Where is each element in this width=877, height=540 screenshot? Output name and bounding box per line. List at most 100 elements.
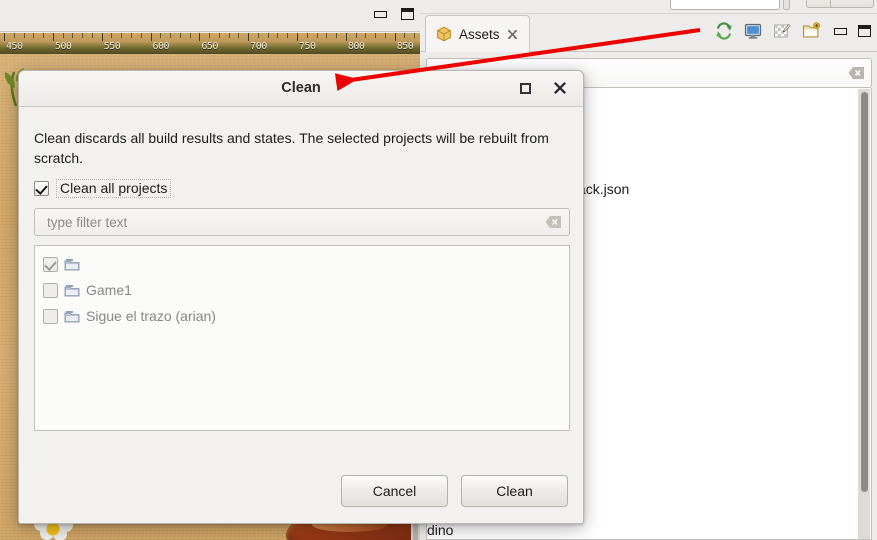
- project-label: Game1: [86, 282, 132, 298]
- ruler-tick-minor: [228, 33, 230, 38]
- ruler-tick-minor: [179, 33, 181, 38]
- ruler-tick-minor: [160, 33, 162, 38]
- ruler-tick-minor: [13, 33, 15, 38]
- clear-icon[interactable]: [545, 215, 562, 229]
- minimize-icon[interactable]: [374, 10, 387, 18]
- ruler-tick-minor: [33, 33, 35, 38]
- dialog-button-bar: Cancel Clean: [341, 475, 568, 507]
- cancel-button[interactable]: Cancel: [341, 475, 448, 507]
- project-icon: [64, 311, 80, 323]
- ruler-tick-minor: [257, 33, 259, 38]
- ruler-tick-minor: [82, 33, 84, 38]
- ruler-tick-minor: [277, 33, 279, 38]
- ruler-tick-minor: [209, 33, 211, 38]
- ruler-tick: [150, 33, 152, 41]
- ruler-label: 650: [201, 41, 218, 52]
- toolbar-text-input[interactable]: [670, 0, 780, 10]
- close-icon[interactable]: [553, 81, 567, 95]
- horizontal-ruler: 450 500 550 600 650 700 750 800 850: [0, 33, 420, 54]
- new-file-icon[interactable]: [802, 22, 820, 40]
- ruler-label: 450: [6, 41, 23, 52]
- ruler-label: 600: [152, 41, 170, 52]
- ruler-tick-minor: [414, 33, 416, 38]
- toolbar-spinner[interactable]: [783, 0, 790, 10]
- maximize-icon[interactable]: [520, 83, 531, 94]
- project-icon: [64, 285, 80, 297]
- ruler-tick-minor: [287, 33, 289, 38]
- ruler-tick-minor: [130, 33, 132, 38]
- project-filter-placeholder: type filter text: [47, 215, 128, 230]
- project-list[interactable]: Game1 Sigue el trazo (arian): [34, 245, 570, 431]
- ruler-tick-minor: [72, 33, 74, 38]
- ruler-tick-minor: [62, 33, 64, 38]
- top-toolbar-strip: [420, 0, 877, 14]
- clean-button[interactable]: Clean: [461, 475, 568, 507]
- project-checkbox[interactable]: [43, 256, 58, 272]
- ruler-tick: [248, 33, 250, 41]
- ruler-tick-minor: [384, 33, 386, 38]
- dialog-titlebar: Clean: [19, 71, 583, 107]
- clean-all-projects-checkbox[interactable]: [34, 181, 49, 196]
- close-icon[interactable]: [507, 29, 518, 40]
- ruler-tick: [52, 33, 54, 41]
- ruler-tick-minor: [326, 33, 328, 38]
- maximize-icon[interactable]: [858, 25, 871, 37]
- project-list-item[interactable]: Game1: [43, 277, 132, 303]
- project-list-item[interactable]: Sigue el trazo (arian): [43, 303, 216, 329]
- ruler-tick-minor: [375, 33, 377, 38]
- editor-window-controls: [374, 8, 414, 20]
- ruler-tick-minor: [355, 33, 357, 38]
- clear-icon[interactable]: [848, 66, 865, 80]
- dialog-body: Clean discards all build results and sta…: [19, 107, 583, 523]
- package-icon: [437, 26, 451, 42]
- project-checkbox[interactable]: [43, 282, 58, 298]
- ruler-tick-minor: [43, 33, 45, 38]
- ruler-tick-minor: [23, 33, 25, 38]
- ruler-label: 850: [396, 41, 414, 52]
- ruler-tick-minor: [111, 33, 113, 38]
- assets-tree-scrollbar[interactable]: [858, 89, 870, 539]
- project-filter-input[interactable]: type filter text: [34, 208, 570, 236]
- tab-assets-label: Assets: [459, 26, 500, 42]
- project-label: Sigue el trazo (arian): [86, 308, 216, 324]
- refresh-icon[interactable]: [715, 22, 733, 40]
- ruler-label: 550: [103, 41, 121, 52]
- preview-monitor-icon[interactable]: [744, 22, 762, 40]
- minimize-icon[interactable]: [834, 27, 847, 35]
- app-root: 450 500 550 600 650 700 750 800 850 Asse…: [0, 0, 877, 540]
- ruler-tick-minor: [218, 33, 220, 38]
- tab-assets[interactable]: Assets: [425, 15, 530, 52]
- project-icon: [64, 259, 80, 271]
- dialog-title: Clean: [281, 80, 321, 96]
- ruler-tick-minor: [306, 33, 308, 38]
- clean-dialog: Clean Clean discards all build results a…: [18, 70, 584, 524]
- assets-tabbar: Assets: [420, 14, 877, 52]
- ruler-tick: [394, 33, 396, 41]
- ruler-tick-minor: [91, 33, 93, 38]
- ruler-tick-minor: [238, 33, 240, 38]
- ruler-tick-minor: [336, 33, 338, 38]
- ruler-label: 500: [54, 41, 72, 52]
- ruler-label: 750: [299, 41, 316, 52]
- ruler-tick-minor: [140, 33, 142, 38]
- ruler-tick-minor: [170, 33, 172, 38]
- toolbar-button-2[interactable]: [830, 0, 874, 8]
- editor-tabbar: [0, 4, 420, 32]
- project-checkbox[interactable]: [43, 308, 58, 324]
- maximize-icon[interactable]: [401, 8, 414, 20]
- ruler-tick: [4, 33, 5, 41]
- ruler-tick: [101, 33, 103, 41]
- texture-edit-icon[interactable]: [773, 22, 791, 40]
- ruler-tick-minor: [404, 33, 406, 38]
- project-list-item[interactable]: [43, 251, 80, 277]
- ruler-tick: [297, 33, 299, 41]
- dialog-description: Clean discards all build results and sta…: [34, 130, 549, 166]
- ruler-tick-minor: [316, 33, 318, 38]
- ruler-tick-minor: [365, 33, 367, 38]
- ruler-tick-minor: [189, 33, 191, 38]
- ruler-tick: [199, 33, 201, 41]
- ruler-tick: [345, 33, 347, 41]
- ruler-label: 800: [347, 41, 365, 52]
- clean-all-projects-label: Clean all projects: [56, 179, 172, 198]
- clean-all-projects-row[interactable]: Clean all projects: [34, 179, 172, 198]
